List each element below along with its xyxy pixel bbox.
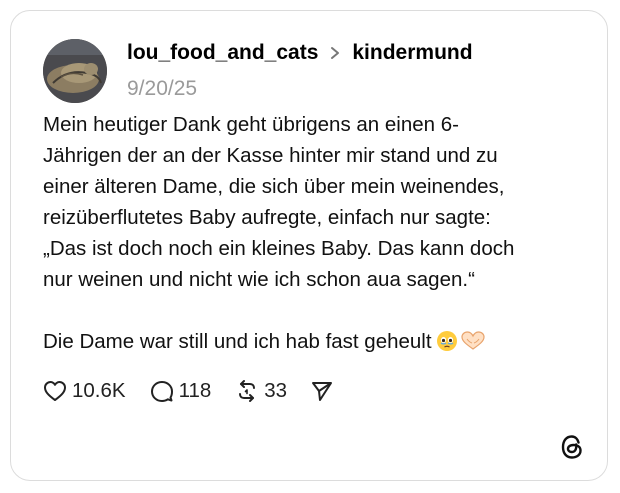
body-line: nur weinen und nicht wie ich schon aua s… (43, 268, 475, 291)
heart-hands-icon (460, 331, 485, 350)
heart-icon (44, 381, 66, 401)
like-count: 10.6K (72, 379, 126, 402)
face-holding-back-tears-icon (436, 331, 457, 351)
avatar-cat-photo (43, 39, 107, 103)
threads-logo-icon[interactable] (559, 433, 585, 461)
reply-button[interactable]: 118 (150, 379, 212, 403)
like-button[interactable]: 10.6K (43, 379, 126, 403)
body-line: Jährigen der an der Kasse hinter mir sta… (43, 144, 498, 167)
body-line: Mein heutiger Dank geht übrigens an eine… (43, 113, 459, 136)
send-icon (312, 382, 333, 401)
repost-icon (239, 380, 256, 402)
post-date[interactable]: 9/20/25 (127, 77, 197, 101)
body-closing-line: Die Dame war still und ich hab fast gehe… (43, 326, 583, 357)
chevron-right-icon (331, 47, 340, 59)
username[interactable]: lou_food_and_cats (127, 41, 318, 65)
post-header: lou_food_and_cats kindermund (127, 41, 473, 65)
body-closing-text: Die Dame war still und ich hab fast gehe… (43, 330, 432, 353)
community-name[interactable]: kindermund (352, 41, 472, 65)
body-line: „Das ist doch noch ein kleines Baby. Das… (43, 237, 515, 260)
repost-button[interactable]: 33 (235, 379, 287, 403)
body-line: reizüberflutetes Baby aufregte, einfach … (43, 206, 491, 229)
reply-count: 118 (178, 379, 212, 402)
repost-count: 33 (264, 379, 288, 402)
share-button[interactable] (311, 380, 333, 402)
post-body: Mein heutiger Dank geht übrigens an eine… (43, 109, 583, 357)
avatar[interactable] (43, 39, 107, 103)
body-line: einer älteren Dame, die sich über mein w… (43, 175, 505, 198)
post-actions: 10.6K 118 33 (43, 379, 357, 403)
comment-icon (150, 381, 173, 402)
post-card: lou_food_and_cats kindermund 9/20/25 Mei… (10, 10, 608, 481)
